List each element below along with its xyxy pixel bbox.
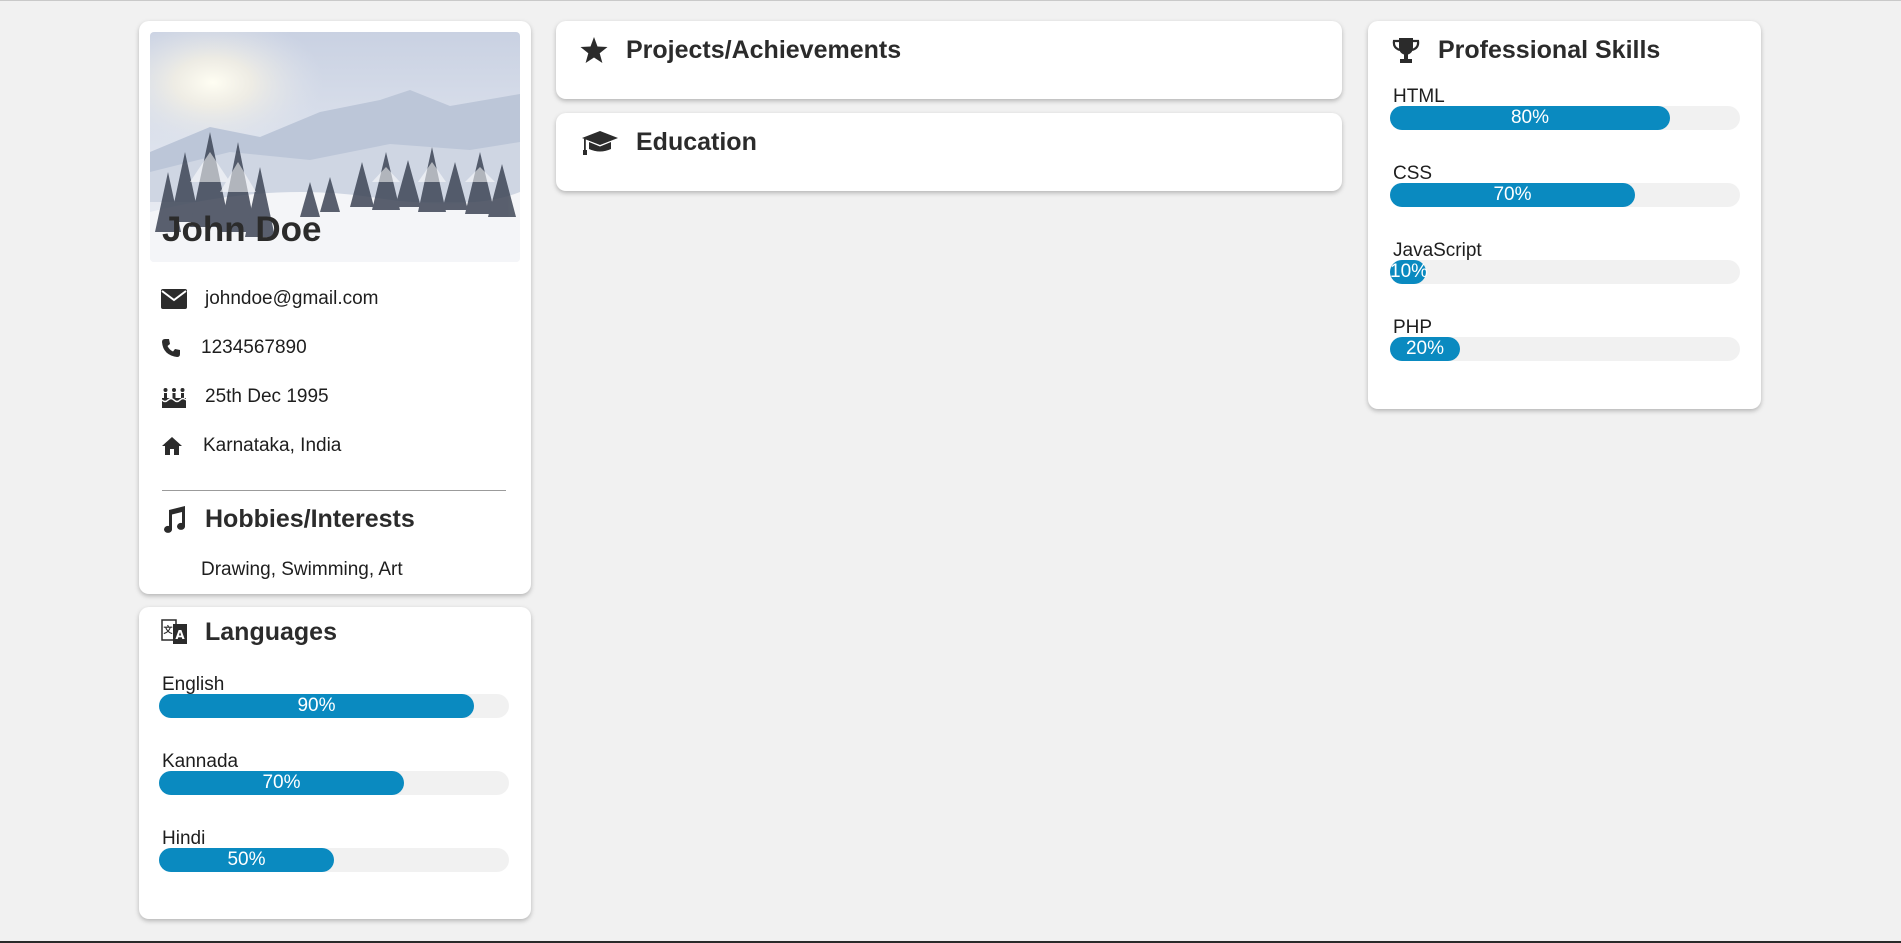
progress-fill: 80% xyxy=(1390,106,1670,130)
profile-card: John Doe johndoe@gmail.com 1234567890 25… xyxy=(139,21,531,594)
section-divider xyxy=(162,490,506,491)
trophy-icon xyxy=(1392,37,1438,65)
progress-track: 70% xyxy=(159,771,509,795)
location-text: Karnataka, India xyxy=(203,435,342,456)
languages-card: A文 Languages English 90% Kannada 70% Hindi 50… xyxy=(139,607,531,919)
birthday-text: 25th Dec 1995 xyxy=(205,386,329,407)
progress-track: 80% xyxy=(1390,106,1740,130)
hobbies-heading: Hobbies/Interests xyxy=(161,505,415,534)
phone-text: 1234567890 xyxy=(201,337,307,358)
profile-name: John Doe xyxy=(162,210,322,249)
languages-title: Languages xyxy=(205,617,337,646)
progress-track: 20% xyxy=(1390,337,1740,361)
bar-label: Kannada xyxy=(162,751,239,772)
phone-icon xyxy=(161,338,201,358)
progress-track: 70% xyxy=(1390,183,1740,207)
education-heading: Education xyxy=(581,128,757,157)
graduation-cap-icon xyxy=(581,129,636,157)
phone-row: 1234567890 xyxy=(161,333,307,363)
skills-card: Professional Skills HTML 80% CSS 70% JavaScr… xyxy=(1368,21,1761,409)
progress-fill: 70% xyxy=(1390,183,1635,207)
location-row: Karnataka, India xyxy=(161,431,341,461)
bar-label: PHP xyxy=(1393,317,1433,338)
languages-heading: A文 Languages xyxy=(161,617,337,647)
email-row: johndoe@gmail.com xyxy=(161,284,379,314)
envelope-icon xyxy=(161,289,205,309)
progress-fill: 70% xyxy=(159,771,404,795)
top-border xyxy=(0,0,1901,1)
education-card: Education xyxy=(556,113,1342,191)
progress-fill: 20% xyxy=(1390,337,1460,361)
svg-text:A: A xyxy=(175,628,185,642)
hobbies-text: Drawing, Swimming, Art xyxy=(201,559,403,580)
bar-label: Hindi xyxy=(162,828,206,849)
home-icon xyxy=(161,436,203,456)
language-icon: A文 xyxy=(161,617,205,647)
music-note-icon xyxy=(161,505,205,534)
skills-heading: Professional Skills xyxy=(1392,36,1660,65)
bar-label: JavaScript xyxy=(1393,240,1482,261)
progress-track: 50% xyxy=(159,848,509,872)
projects-title: Projects/Achievements xyxy=(626,36,902,64)
bar-label: HTML xyxy=(1393,86,1445,107)
profile-cover-image: John Doe xyxy=(150,32,520,262)
hobbies-title: Hobbies/Interests xyxy=(205,505,415,533)
projects-heading: Projects/Achievements xyxy=(580,36,901,65)
projects-card: Projects/Achievements xyxy=(556,21,1342,99)
svg-text:文: 文 xyxy=(162,624,173,636)
progress-track: 10% xyxy=(1390,260,1740,284)
birthday-row: 25th Dec 1995 xyxy=(161,382,329,412)
email-text: johndoe@gmail.com xyxy=(205,288,379,309)
bar-label: CSS xyxy=(1393,163,1433,184)
progress-fill: 10% xyxy=(1390,260,1429,284)
progress-fill: 50% xyxy=(159,848,334,872)
bar-label: English xyxy=(162,674,225,695)
progress-fill: 90% xyxy=(159,694,474,718)
education-title: Education xyxy=(636,128,757,156)
skills-title: Professional Skills xyxy=(1438,36,1661,64)
birthday-cake-icon xyxy=(161,386,205,408)
progress-track: 90% xyxy=(159,694,509,718)
star-icon xyxy=(580,37,626,64)
